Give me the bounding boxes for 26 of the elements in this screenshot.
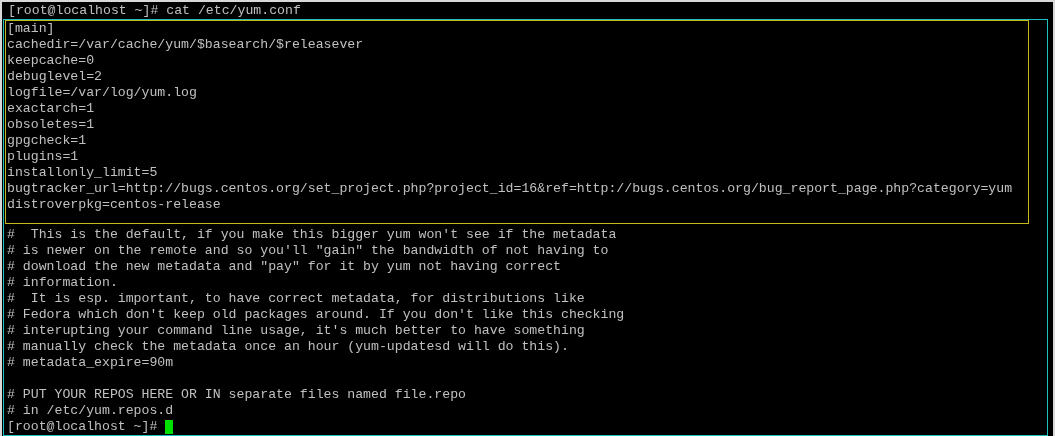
comment-line: # metadata_expire=90m: [7, 355, 175, 371]
command-line: [root@localhost ~]# cat /etc/yum.conf: [8, 3, 302, 19]
config-line: exactarch=1: [6, 101, 96, 117]
config-line: gpgcheck=1: [6, 133, 88, 149]
comment-line: # manually check the metadata once an hour (yum-updatesd will do this).: [7, 339, 570, 355]
comment-line: # interupting your command line usage, it's much better to have something: [7, 323, 586, 339]
config-line: bugtracker_url=http://bugs.centos.org/set_project.php?project_id=16&ref=http://bugs.centos.org/bug_report_page.php?category=yum: [6, 181, 1014, 197]
config-line: [main]: [6, 21, 56, 37]
shell-prompt: [root@localhost ~]#: [7, 419, 159, 435]
comment-line: # It is esp. important, to have correct metadata, for distributions like: [7, 291, 586, 307]
comment-line: # in /etc/yum.repos.d: [7, 403, 175, 419]
config-line: keepcache=0: [6, 53, 96, 69]
config-line: distroverpkg=centos-release: [6, 197, 222, 213]
comment-line: # information.: [7, 275, 119, 291]
config-line: logfile=/var/log/yum.log: [6, 85, 198, 101]
comment-line: # is newer on the remote and so you'll "gain" the bandwidth of not having to: [7, 243, 610, 259]
cursor-icon: [165, 420, 174, 434]
config-line: debuglevel=2: [6, 69, 103, 85]
comment-line: # download the new metadata and "pay" for it by yum not having correct: [7, 259, 562, 275]
config-line: plugins=1: [6, 149, 80, 165]
config-line: obsoletes=1: [6, 117, 96, 133]
comment-line: # PUT YOUR REPOS HERE OR IN separate files named file.repo: [7, 387, 467, 403]
comment-line: # This is the default, if you make this bigger yum won't see if the metadata: [7, 227, 618, 243]
comment-line: # Fedora which don't keep old packages around. If you don't like this checking: [7, 307, 626, 323]
config-line: cachedir=/var/cache/yum/$basearch/$releasever: [6, 37, 365, 53]
config-line: installonly_limit=5: [6, 165, 159, 181]
